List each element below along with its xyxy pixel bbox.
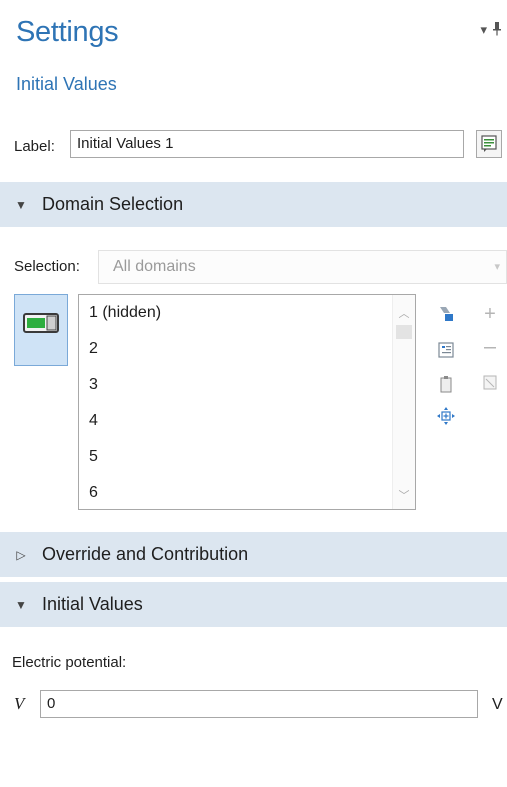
list-item[interactable]: 2 (79, 331, 415, 367)
show-description-icon (481, 135, 497, 152)
label-caption: Label: (14, 138, 55, 155)
list-item[interactable]: 4 (79, 403, 415, 439)
section-title: Domain Selection (42, 194, 184, 214)
selection-caption: Selection: (14, 258, 80, 275)
unit-label: V (492, 696, 503, 713)
page-title: Settings (16, 16, 119, 48)
paste-selection-icon[interactable] (436, 304, 456, 324)
electric-potential-input[interactable]: 0 (40, 690, 478, 718)
triangle-down-icon[interactable]: ▾ (480, 22, 487, 39)
clear-selection-icon[interactable] (436, 374, 456, 394)
list-item[interactable]: 3 (79, 367, 415, 403)
selection-value: All domains (113, 258, 196, 275)
chevron-down-icon[interactable]: ﹀ (393, 487, 415, 503)
remove-icon[interactable] (480, 338, 500, 358)
create-selection-icon[interactable] (480, 372, 500, 392)
add-icon[interactable]: + (480, 303, 500, 325)
list-item[interactable]: 1 (hidden) (79, 295, 415, 331)
selection-list[interactable]: 1 (hidden) 2 3 4 5 6 ︿ ﹀ (78, 294, 416, 510)
active-toggle-button[interactable] (14, 294, 68, 366)
list-item[interactable]: 6 (79, 475, 415, 509)
zoom-to-selection-icon[interactable] (436, 406, 456, 426)
collapse-triangle-icon: ▷ (16, 547, 26, 562)
list-scrollbar[interactable]: ︿ ﹀ (392, 295, 415, 509)
copy-selection-icon[interactable] (436, 340, 456, 360)
section-override-contribution[interactable]: ▷ Override and Contribution (0, 532, 507, 577)
scroll-thumb[interactable] (396, 325, 412, 339)
section-title: Override and Contribution (42, 544, 249, 564)
list-item[interactable]: 5 (79, 439, 415, 475)
section-initial-values[interactable]: ▼ Initial Values (0, 582, 507, 627)
section-title: Initial Values (42, 594, 143, 614)
selection-dropdown[interactable]: All domains ▾ (98, 250, 507, 284)
active-toggle-icon (23, 313, 59, 333)
page-subtitle: Initial Values (16, 74, 117, 94)
show-description-button[interactable] (476, 130, 502, 158)
section-domain-selection[interactable]: ▼ Domain Selection (0, 182, 507, 227)
expand-triangle-icon: ▼ (15, 197, 27, 212)
electric-potential-label: Electric potential: (12, 654, 127, 671)
variable-symbol: V (14, 694, 25, 713)
chevron-up-icon[interactable]: ︿ (393, 305, 415, 321)
label-input[interactable]: Initial Values 1 (70, 130, 464, 158)
window-controls: ▾ (480, 22, 501, 39)
expand-triangle-icon: ▼ (15, 597, 27, 612)
pin-icon[interactable] (493, 22, 501, 39)
chevron-down-icon: ▾ (494, 261, 500, 273)
